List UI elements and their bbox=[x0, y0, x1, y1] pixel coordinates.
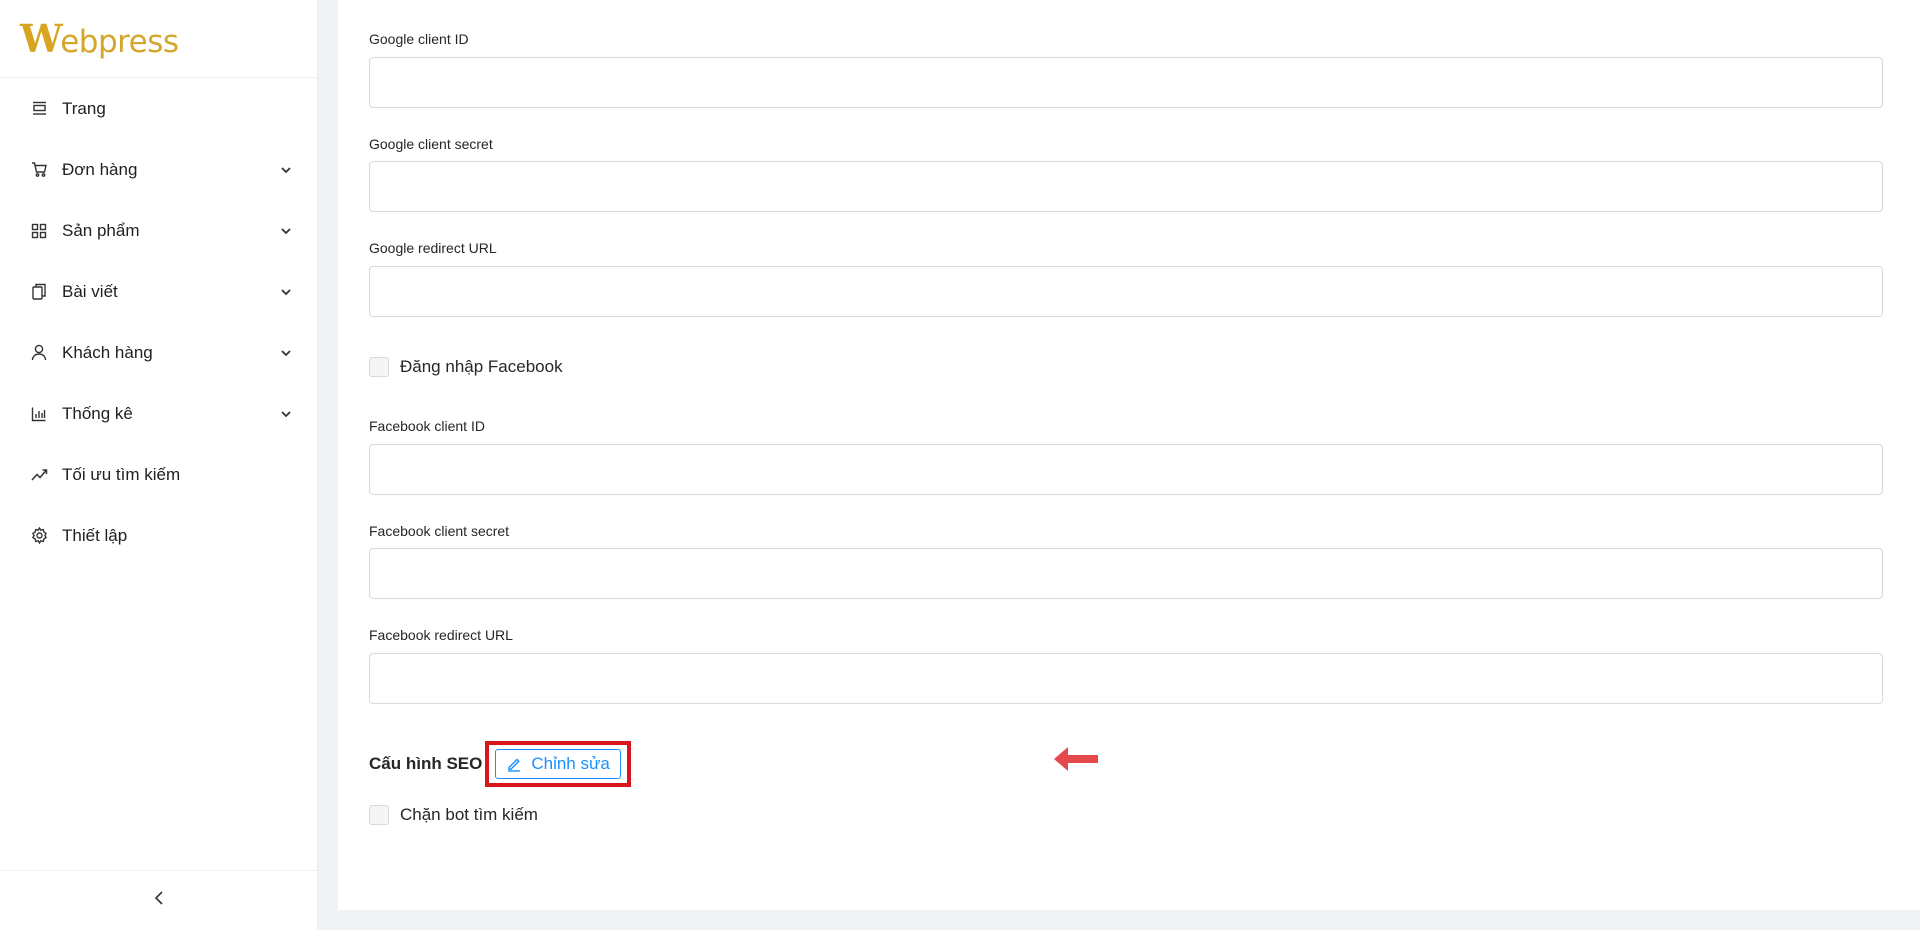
sidebar-menu: Trang Đơn hàng Sản phẩm Bài viết Khách h… bbox=[0, 78, 317, 566]
sidebar-item-khach-hang[interactable]: Khách hàng bbox=[0, 322, 317, 383]
logo-text: Webpress bbox=[20, 16, 179, 61]
facebook-login-label: Đăng nhập Facebook bbox=[400, 357, 563, 376]
bar-chart-icon bbox=[30, 405, 48, 423]
sidebar-item-don-hang[interactable]: Đơn hàng bbox=[0, 139, 317, 200]
google-client-secret-input[interactable] bbox=[369, 161, 1883, 212]
sidebar-item-label: Đơn hàng bbox=[62, 159, 138, 179]
chevron-down-icon bbox=[279, 224, 293, 238]
seo-config-row: Cấu hình SEO Chỉnh sửa bbox=[369, 741, 631, 787]
sidebar-item-label: Bài viết bbox=[62, 281, 118, 301]
edit-icon bbox=[506, 756, 522, 772]
seo-edit-label: Chỉnh sửa bbox=[531, 754, 610, 773]
sidebar-item-label: Tối ưu tìm kiếm bbox=[62, 464, 181, 484]
seo-config-title: Cấu hình SEO bbox=[369, 754, 483, 773]
google-client-id-input[interactable] bbox=[369, 57, 1883, 108]
sidebar: Webpress Trang Đơn hàng Sản phẩm Bài viế… bbox=[0, 0, 318, 930]
chevron-down-icon bbox=[279, 163, 293, 177]
sidebar-item-toi-uu-tim-kiem[interactable]: Tối ưu tìm kiếm bbox=[0, 444, 317, 505]
trend-icon bbox=[30, 466, 48, 484]
sidebar-item-label: Thống kê bbox=[62, 403, 133, 423]
logo[interactable]: Webpress bbox=[0, 0, 317, 78]
seo-edit-button[interactable]: Chỉnh sửa bbox=[495, 749, 621, 779]
sidebar-item-label: Trang bbox=[62, 98, 106, 118]
facebook-client-id-input[interactable] bbox=[369, 444, 1883, 495]
google-redirect-url-label: Google redirect URL bbox=[369, 240, 497, 256]
gear-icon bbox=[30, 527, 48, 545]
cart-icon bbox=[30, 161, 48, 179]
google-client-secret-label: Google client secret bbox=[369, 136, 493, 152]
facebook-client-secret-label: Facebook client secret bbox=[369, 523, 510, 539]
sidebar-item-label: Khách hàng bbox=[62, 342, 153, 362]
checkbox[interactable] bbox=[369, 357, 389, 377]
sidebar-item-label: Thiết lập bbox=[62, 525, 128, 545]
sidebar-item-label: Sản phẩm bbox=[62, 220, 140, 240]
facebook-redirect-url-input[interactable] bbox=[369, 653, 1883, 704]
sidebar-item-thong-ke[interactable]: Thống kê bbox=[0, 383, 317, 444]
grid-icon bbox=[30, 222, 48, 240]
block-search-bots-label: Chặn bot tìm kiếm bbox=[400, 805, 538, 824]
chevron-down-icon bbox=[279, 346, 293, 360]
settings-card: Google client ID Google client secret Go… bbox=[338, 0, 1920, 910]
facebook-client-secret-input[interactable] bbox=[369, 548, 1883, 599]
annotation-highlight-box: Chỉnh sửa bbox=[485, 741, 631, 787]
checkbox[interactable] bbox=[369, 805, 389, 825]
sidebar-item-bai-viet[interactable]: Bài viết bbox=[0, 261, 317, 322]
chevron-left-icon bbox=[152, 890, 166, 911]
google-client-id-label: Google client ID bbox=[369, 31, 469, 47]
sidebar-item-san-pham[interactable]: Sản phẩm bbox=[0, 200, 317, 261]
chevron-down-icon bbox=[279, 407, 293, 421]
sidebar-item-trang[interactable]: Trang bbox=[0, 78, 317, 139]
sidebar-collapse-button[interactable] bbox=[0, 870, 318, 930]
page-icon bbox=[30, 100, 48, 118]
user-icon bbox=[30, 344, 48, 362]
chevron-down-icon bbox=[279, 285, 293, 299]
facebook-client-id-label: Facebook client ID bbox=[369, 418, 485, 434]
facebook-login-checkbox[interactable]: Đăng nhập Facebook bbox=[369, 357, 563, 377]
copy-icon bbox=[30, 283, 48, 301]
sidebar-item-thiet-lap[interactable]: Thiết lập bbox=[0, 505, 317, 566]
facebook-redirect-url-label: Facebook redirect URL bbox=[369, 627, 513, 643]
annotation-arrow-left-icon bbox=[1052, 743, 1100, 780]
block-search-bots-checkbox[interactable]: Chặn bot tìm kiếm bbox=[369, 805, 538, 825]
google-redirect-url-input[interactable] bbox=[369, 266, 1883, 317]
